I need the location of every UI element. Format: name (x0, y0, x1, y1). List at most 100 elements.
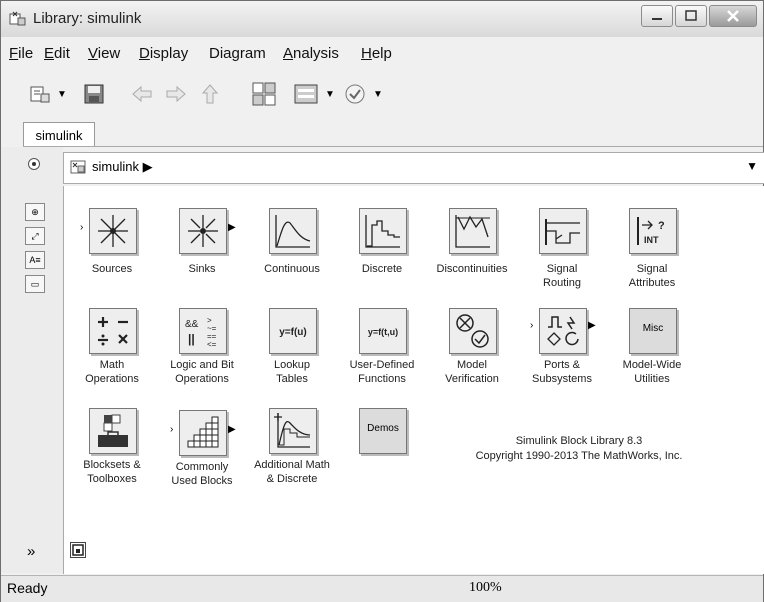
block-additional-math-discrete[interactable] (269, 408, 317, 454)
lookup-tables-icon: y=f(u) (279, 327, 307, 338)
address-dropdown[interactable]: ▼ (746, 159, 758, 173)
svg-text:?: ? (658, 220, 665, 232)
expand-circle-icon (28, 158, 40, 170)
block-label: Ports & Subsystems (532, 359, 592, 385)
chevron-down-icon: ▼ (373, 88, 383, 100)
menu-diagram[interactable]: Diagram (209, 45, 266, 62)
block-logic-bit-operations[interactable]: && || > ~= == <= (179, 308, 227, 354)
block-label: Continuous (264, 263, 320, 275)
library-version: Simulink Block Library 8.3 (515, 435, 643, 447)
svg-text:<=: <= (207, 340, 217, 349)
block-lookup-tables[interactable]: y=f(u) (269, 308, 317, 354)
lock-library-button[interactable] (70, 542, 86, 558)
new-model-icon (30, 86, 50, 103)
block-ports-subsystems[interactable] (539, 308, 587, 354)
math-operations-icon (98, 317, 128, 346)
library-browser-icon (252, 82, 276, 106)
logic-bit-icon: && || > ~= == <= (185, 316, 217, 349)
more-button[interactable]: » (27, 543, 35, 560)
sinks-icon (188, 215, 218, 247)
svg-text:y=f(t,u): y=f(t,u) (368, 327, 398, 337)
svg-text:||: || (188, 332, 195, 346)
model-config-dropdown[interactable]: ▼ (323, 80, 337, 108)
block-sources[interactable] (89, 208, 137, 254)
user-defined-icon: y=f(t,u) (368, 327, 398, 337)
up-arrow-icon (201, 84, 219, 104)
maximize-button[interactable] (675, 5, 707, 27)
block-discontinuities[interactable] (449, 208, 497, 254)
block-label: Discrete (361, 263, 403, 275)
block-signal-attributes[interactable]: ? INT (629, 208, 677, 254)
address-path[interactable]: simulink ▶ (92, 159, 153, 175)
up-button[interactable] (197, 80, 223, 108)
annotation-button[interactable]: A≡ (25, 251, 45, 269)
library-info: Simulink Block Library 8.3 Copyright 199… (429, 434, 729, 464)
double-chevron-right-icon: » (27, 543, 36, 560)
block-label: Signal Attributes (628, 263, 676, 289)
chevron-down-icon: ▼ (325, 88, 335, 100)
close-icon (727, 10, 739, 22)
tab-simulink[interactable]: simulink (23, 122, 95, 147)
title-bar: Library: simulink (1, 1, 763, 37)
tab-label: simulink (35, 127, 83, 143)
zoom-icon: ⊕ (31, 206, 39, 217)
signal-attributes-icon: ? INT (637, 217, 665, 245)
explorer-bar-toggle[interactable] (27, 157, 41, 176)
block-label: Model-Wide Utilities (622, 359, 682, 385)
block-math-operations[interactable] (89, 308, 137, 354)
save-button[interactable] (81, 80, 107, 108)
library-window: Library: simulink File Edit View Display… (0, 0, 764, 602)
model-config-button[interactable] (291, 80, 321, 108)
block-signal-routing[interactable] (539, 208, 587, 254)
menu-edit[interactable]: Edit (44, 45, 70, 62)
input-port-icon: › (170, 424, 174, 435)
discontinuities-icon (455, 215, 490, 248)
zoom-level: 100% (469, 580, 502, 595)
model-verification-icon (456, 314, 489, 348)
library-canvas: › Sources ▶ Sinks Continuous Discrete Di… (63, 186, 764, 574)
chevron-down-icon: ▼ (57, 88, 67, 100)
menu-file[interactable]: File (9, 45, 33, 62)
input-port-icon: › (530, 320, 534, 331)
new-model-button[interactable] (27, 80, 53, 108)
menu-analysis[interactable]: Analysis (283, 45, 339, 62)
block-commonly-used[interactable] (179, 410, 227, 456)
status-bar: Ready 100% (1, 575, 763, 602)
block-model-verification[interactable] (449, 308, 497, 354)
status-text: Ready (7, 580, 48, 596)
block-sinks[interactable] (179, 208, 227, 254)
minimize-icon (652, 18, 662, 20)
output-port-icon: ▶ (228, 424, 236, 435)
annotation-icon: A≡ (29, 255, 41, 265)
simulink-library-icon (9, 11, 26, 26)
save-icon (84, 84, 104, 104)
new-dropdown-button[interactable]: ▼ (55, 80, 69, 108)
back-button[interactable] (129, 80, 155, 108)
menu-display[interactable]: Display (139, 45, 188, 62)
lock-icon (72, 544, 84, 556)
menu-help[interactable]: Help (361, 45, 392, 62)
check-model-button[interactable] (341, 80, 369, 108)
block-continuous[interactable] (269, 208, 317, 254)
blocksets-icon (98, 414, 128, 447)
fit-view-icon: ⤢ (31, 230, 39, 241)
block-blocksets-toolboxes[interactable] (89, 408, 137, 454)
close-button[interactable] (709, 5, 757, 27)
block-user-defined-functions[interactable]: y=f(t,u) (359, 308, 407, 354)
image-button[interactable]: ▭ (25, 275, 45, 293)
block-demos[interactable]: Demos (359, 408, 407, 454)
zoom-button[interactable]: ⊕ (25, 203, 45, 221)
fit-view-button[interactable]: ⤢ (25, 227, 45, 245)
additional-math-icon (274, 413, 311, 448)
check-model-dropdown[interactable]: ▼ (371, 80, 385, 108)
address-bar[interactable]: simulink ▶ ▼ (63, 152, 764, 184)
input-port-icon: › (80, 222, 84, 233)
block-discrete[interactable] (359, 208, 407, 254)
forward-button[interactable] (163, 80, 189, 108)
ports-subsystems-icon (547, 316, 579, 346)
block-model-wide-utilities[interactable]: Misc (629, 308, 677, 354)
minimize-button[interactable] (641, 5, 673, 27)
output-port-icon: ▶ (228, 222, 236, 233)
menu-view[interactable]: View (88, 45, 120, 62)
library-browser-button[interactable] (249, 80, 279, 108)
